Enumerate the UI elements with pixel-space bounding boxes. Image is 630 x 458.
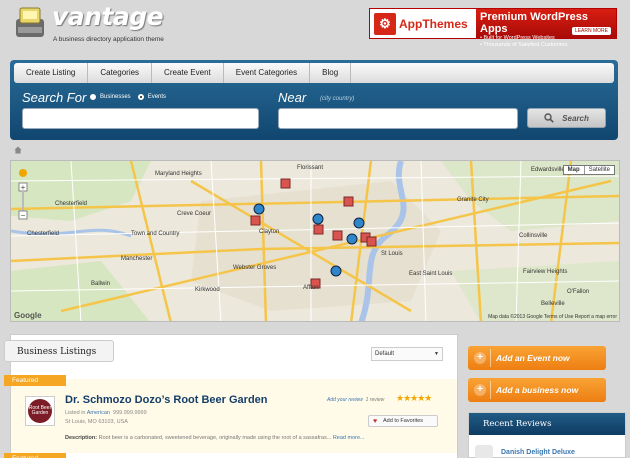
listings-tab-title: Business Listings [4, 340, 114, 362]
home-icon[interactable] [14, 146, 22, 154]
ad-banner[interactable]: ⚙ AppThemes Premium WordPress Apps • Bui… [369, 8, 617, 48]
site-header: vantage A business directory application… [0, 0, 630, 55]
ad-learn-more-button[interactable]: LEARN MORE [571, 27, 611, 35]
radio-events-label: Events [147, 94, 167, 100]
business-title[interactable]: Dr. Schmozo Dozo’s Root Beer Garden [65, 394, 268, 406]
add-event-label: Add an Event now [496, 353, 570, 363]
nav-item-categories[interactable]: Categories [88, 63, 153, 83]
review-info: Add your review 1 review [327, 397, 384, 403]
nav-item-event-categories[interactable]: Event Categories [224, 63, 311, 83]
map-type-control: Map Satellite [562, 165, 615, 175]
map-label: Webster Groves [233, 265, 277, 271]
map-credit[interactable]: Map data ©2013 Google Terms of Use Repor… [488, 314, 617, 320]
map-label: Creve Coeur [177, 211, 212, 217]
register-logo-icon[interactable] [12, 5, 48, 41]
nav-item-create-event[interactable]: Create Event [152, 63, 224, 83]
map-label: Clayton [259, 229, 280, 235]
map-label: Manchester [121, 256, 153, 262]
map-canvas[interactable] [11, 161, 620, 322]
add-business-button[interactable]: + Add a business now [468, 378, 606, 402]
nav-item-blog[interactable]: Blog [310, 63, 352, 83]
sort-select[interactable]: Default ▼ [371, 347, 443, 361]
chevron-down-icon: ▼ [434, 351, 439, 357]
business-address: St Louis, MO 63103, USA [65, 419, 128, 425]
site-tagline: A business directory application theme [53, 36, 164, 43]
search-location-input[interactable] [278, 108, 518, 129]
search-query-input[interactable] [22, 108, 259, 129]
radio-businesses-label: Businesses [100, 94, 131, 100]
map-label: Affton [303, 285, 319, 291]
pegman-icon [19, 169, 27, 177]
featured-badge: Featured [4, 453, 66, 458]
business-logo-text: Root Beer Garden [28, 399, 52, 423]
radio-businesses[interactable] [90, 94, 96, 100]
heart-icon: ♥ [373, 418, 378, 425]
listings-map[interactable]: Chesterfield Chesterfield Creve Coeur Cl… [10, 160, 620, 322]
nav-search-panel: Create Listing Categories Create Event E… [10, 60, 618, 140]
ad-brand: AppThemes [399, 16, 468, 31]
business-listed-in: Listed in American 999.999.9999 [65, 410, 147, 416]
map-label: Kirkwood [195, 287, 220, 293]
business-listings: Business Listings Default ▼ Featured Roo… [4, 334, 458, 458]
map-label: Florissant [297, 165, 324, 171]
map-label: St Louis [381, 251, 403, 257]
search-type-radios: Businesses Events [90, 94, 166, 100]
radio-events[interactable] [137, 94, 144, 100]
add-event-button[interactable]: + Add an Event now [468, 346, 606, 370]
read-more-link[interactable]: Read more... [333, 435, 365, 441]
svg-text:+: + [21, 183, 26, 192]
google-logo[interactable]: Google [14, 311, 42, 320]
map-label: Town and Country [131, 231, 180, 237]
add-to-favorites-button[interactable]: ♥ Add to Favorites [368, 415, 438, 427]
map-label: Maryland Heights [155, 171, 202, 177]
appthemes-logo-icon: ⚙ [374, 12, 396, 35]
search-icon [544, 113, 554, 123]
add-business-label: Add a business now [496, 385, 579, 395]
map-label: O'Fallon [567, 289, 590, 295]
business-category-link[interactable]: American [87, 410, 110, 416]
search-for-label: Search For [22, 90, 87, 105]
sort-select-value: Default [375, 351, 395, 357]
rating-stars: ★★★★★ [396, 393, 432, 403]
site-logo[interactable]: vantage [52, 2, 164, 31]
search-button-label: Search [562, 113, 589, 123]
map-label: Belleville [541, 301, 565, 307]
main-nav: Create Listing Categories Create Event E… [14, 63, 614, 83]
featured-badge: Featured [4, 375, 66, 386]
search-button[interactable]: Search [527, 108, 606, 128]
add-review-link[interactable]: Add your review [327, 397, 363, 403]
near-hint: (city country) [320, 96, 355, 102]
map-label: Fairview Heights [523, 269, 568, 275]
business-phone: 999.999.9999 [113, 410, 147, 416]
map-type-satellite-button[interactable]: Satellite [585, 166, 614, 174]
recent-reviews-title: Recent Reviews [469, 413, 625, 435]
map-label: Edwardsville [531, 167, 565, 173]
recent-review-link[interactable]: Danish Delight Deluxe [501, 449, 575, 456]
map-zoom-control[interactable]: + − [17, 167, 29, 223]
nav-item-create-listing[interactable]: Create Listing [14, 63, 89, 83]
map-label: East Saint Louis [409, 271, 453, 277]
ad-line: • Thousands of Satisfied Customers [480, 42, 568, 48]
recent-reviews-widget: Recent Reviews Danish Delight Deluxe [468, 412, 626, 458]
business-logo[interactable]: Root Beer Garden [25, 396, 55, 426]
svg-text:−: − [21, 211, 26, 220]
map-label: Ballwin [91, 281, 111, 287]
review-thumbnail[interactable] [475, 445, 493, 458]
map-label: Chesterfield [27, 231, 60, 237]
add-to-favorites-label: Add to Favorites [383, 418, 424, 424]
map-label: Collinsville [519, 233, 548, 239]
near-label: Near [278, 90, 307, 105]
ad-line: • Built for WordPress Websites [480, 35, 555, 41]
map-label: Granite City [457, 197, 489, 203]
map-type-map-button[interactable]: Map [564, 166, 585, 174]
review-count: 1 review [365, 397, 385, 403]
plus-icon: + [474, 384, 486, 396]
business-description: Description: Root beer is a carbonated, … [65, 435, 365, 441]
map-label: Chesterfield [55, 201, 88, 207]
plus-icon: + [474, 352, 486, 364]
